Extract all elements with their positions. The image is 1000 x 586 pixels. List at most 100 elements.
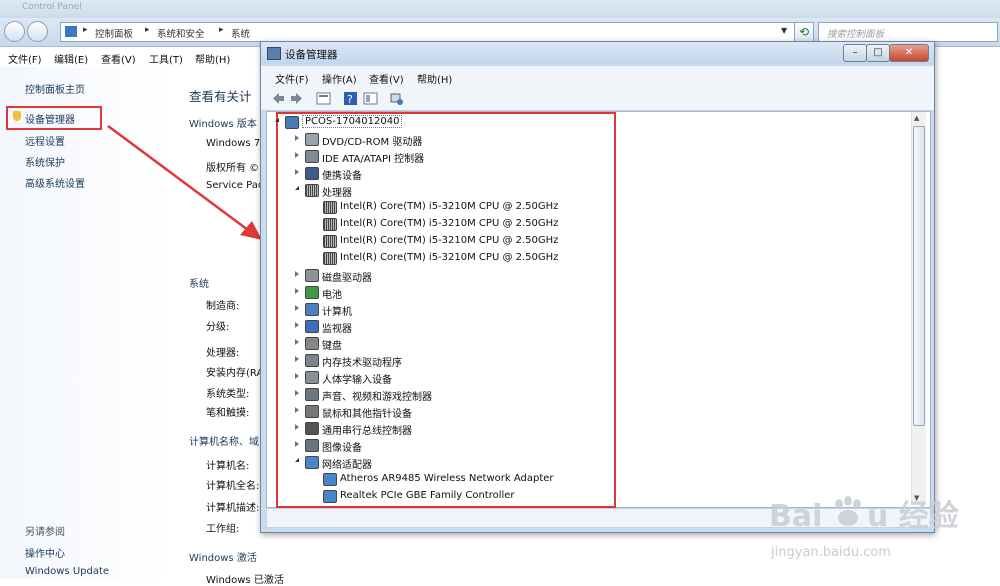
collapsed-triangle-icon[interactable]: [295, 356, 299, 362]
back-arrow-icon[interactable]: [271, 91, 286, 106]
cpu-icon: [323, 252, 337, 265]
collapsed-triangle-icon[interactable]: [295, 373, 299, 379]
device-label: 内存技术驱动程序: [322, 358, 402, 369]
battery-icon: [305, 286, 319, 299]
forward-button[interactable]: [27, 21, 48, 42]
activation-section-heading: Windows 激活: [189, 553, 257, 564]
collapsed-triangle-icon[interactable]: [295, 407, 299, 413]
baidu-watermark: Bai u 经验 jingyan.baidu.com: [769, 496, 959, 560]
workgroup-label: 工作组:: [206, 524, 240, 535]
remote-settings-link[interactable]: 远程设置: [25, 133, 65, 148]
search-input[interactable]: 搜索控制面板: [818, 22, 998, 42]
device-label: Intel(R) Core(TM) i5-3210M CPU @ 2.50GHz: [340, 235, 559, 246]
device-label: 磁盘驱动器: [322, 273, 372, 284]
computer-root-icon: [285, 116, 299, 129]
menu-help[interactable]: 帮助(H): [195, 51, 230, 66]
dm-menu-view[interactable]: 查看(V): [369, 71, 404, 86]
collapsed-triangle-icon[interactable]: [295, 271, 299, 277]
dm-menu-action[interactable]: 操作(A): [322, 71, 357, 86]
close-button[interactable]: ✕: [889, 44, 929, 62]
address-bar[interactable]: ▸ 控制面板 ▸ 系统和安全 ▸ 系统 ▼: [60, 22, 796, 42]
minimize-button[interactable]: –: [843, 44, 867, 62]
dm-menu-help[interactable]: 帮助(H): [417, 71, 452, 86]
device-manager-icon: [267, 47, 281, 60]
device-view-icon[interactable]: [363, 91, 378, 106]
manufacturer-label: 制造商:: [206, 301, 240, 312]
breadcrumb-system[interactable]: 系统: [231, 26, 250, 40]
windows-update-link[interactable]: Windows Update: [25, 566, 109, 577]
background-menu-bar: 文件(F) 编辑(E) 查看(V) 工具(T) 帮助(H): [0, 47, 265, 67]
menu-tools[interactable]: 工具(T): [149, 51, 183, 66]
collapsed-triangle-icon[interactable]: [295, 424, 299, 430]
menu-file[interactable]: 文件(F): [8, 51, 42, 66]
expanded-triangle-icon[interactable]: [295, 186, 299, 190]
back-button[interactable]: [4, 21, 25, 42]
device-label: 便携设备: [322, 171, 362, 182]
hid-icon: [305, 371, 319, 384]
dvd-drive-icon: [305, 133, 319, 146]
svg-text:Bai: Bai: [769, 499, 822, 534]
advanced-settings-link[interactable]: 高级系统设置: [25, 175, 85, 190]
imaging-icon: [305, 439, 319, 452]
collapsed-triangle-icon[interactable]: [295, 339, 299, 345]
control-panel-home-link[interactable]: 控制面板主页: [25, 81, 85, 96]
collapsed-triangle-icon[interactable]: [295, 288, 299, 294]
collapsed-triangle-icon[interactable]: [295, 322, 299, 328]
collapsed-triangle-icon[interactable]: [295, 152, 299, 158]
action-center-link[interactable]: 操作中心: [25, 545, 65, 560]
device-label: Atheros AR9485 Wireless Network Adapter: [340, 473, 554, 484]
computer-description-label: 计算机描述:: [206, 503, 260, 514]
device-manager-menu-bar: 文件(F) 操作(A) 查看(V) 帮助(H): [261, 66, 934, 89]
dropdown-arrow-icon[interactable]: ▼: [781, 26, 787, 35]
menu-view[interactable]: 查看(V): [101, 51, 136, 66]
processor-label: 处理器:: [206, 348, 240, 359]
chevron-right-icon: ▸: [83, 25, 88, 35]
device-label: 鼠标和其他指针设备: [322, 409, 412, 420]
expanded-triangle-icon[interactable]: [295, 458, 299, 462]
rating-label: 分级:: [206, 322, 230, 333]
device-manager-title-bar[interactable]: 设备管理器 – □ ✕: [261, 42, 934, 64]
scan-hardware-icon[interactable]: [389, 91, 404, 106]
help-icon[interactable]: ?: [343, 91, 358, 106]
memory-label: 安装内存(RA: [206, 368, 264, 379]
network-adapter-icon: [323, 490, 337, 503]
properties-view-icon[interactable]: [316, 91, 331, 106]
device-label: 电池: [322, 290, 342, 301]
device-label: Intel(R) Core(TM) i5-3210M CPU @ 2.50GHz: [340, 201, 559, 212]
computer-name-label: 计算机名:: [206, 461, 250, 472]
collapsed-triangle-icon[interactable]: [295, 305, 299, 311]
breadcrumb-control-panel[interactable]: 控制面板: [95, 26, 133, 40]
system-type-label: 系统类型:: [206, 389, 250, 400]
device-label: Intel(R) Core(TM) i5-3210M CPU @ 2.50GHz: [340, 252, 559, 263]
collapsed-triangle-icon[interactable]: [295, 169, 299, 175]
expanded-triangle-icon[interactable]: [275, 118, 279, 122]
collapsed-triangle-icon[interactable]: [295, 135, 299, 141]
vertical-scrollbar[interactable]: ▲ ▼: [911, 112, 926, 505]
search-placeholder: 搜索控制面板: [827, 29, 885, 40]
device-label: 处理器: [322, 188, 352, 199]
device-label: PCOS-1704012040: [302, 115, 403, 128]
device-label: DVD/CD-ROM 驱动器: [322, 137, 423, 148]
computer-icon: [305, 303, 319, 316]
device-label: 人体学输入设备: [322, 375, 392, 386]
red-arrow-annotation: [107, 124, 262, 240]
network-icon: [305, 456, 319, 469]
device-manager-toolbar: ?: [261, 88, 934, 111]
dm-menu-file[interactable]: 文件(F): [275, 71, 309, 86]
svg-text:jingyan.baidu.com: jingyan.baidu.com: [770, 545, 891, 560]
collapsed-triangle-icon[interactable]: [295, 441, 299, 447]
system-protection-link[interactable]: 系统保护: [25, 154, 65, 169]
background-title-bar: Control Panel: [0, 0, 1000, 18]
scrollbar-thumb[interactable]: [913, 126, 925, 426]
sound-icon: [305, 388, 319, 401]
forward-arrow-icon[interactable]: [289, 91, 304, 106]
menu-edit[interactable]: 编辑(E): [54, 51, 88, 66]
scroll-up-icon[interactable]: ▲: [914, 114, 919, 122]
ide-controller-icon: [305, 150, 319, 163]
collapsed-triangle-icon[interactable]: [295, 390, 299, 396]
refresh-button[interactable]: ⟲: [794, 22, 814, 42]
keyboard-icon: [305, 337, 319, 350]
see-also-heading: 另请参阅: [25, 527, 65, 538]
maximize-button[interactable]: □: [866, 44, 890, 62]
breadcrumb-system-security[interactable]: 系统和安全: [157, 26, 205, 40]
